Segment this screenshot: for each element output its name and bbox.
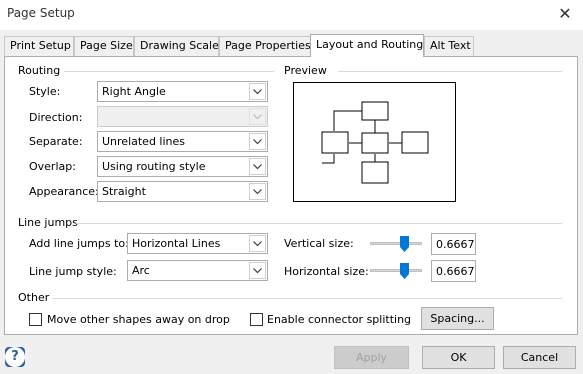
separate-value: Unrelated lines bbox=[102, 135, 186, 148]
style-label: Style: bbox=[29, 85, 61, 98]
other-divider bbox=[52, 298, 562, 299]
appearance-label: Appearance: bbox=[29, 185, 99, 198]
cancel-button[interactable]: Cancel bbox=[503, 346, 576, 369]
tab-strip: Print Setup Page Size Drawing Scale Page… bbox=[0, 34, 583, 57]
chevron-down-icon[interactable] bbox=[249, 108, 266, 125]
preview-diagram bbox=[321, 101, 429, 184]
help-icon: ? bbox=[5, 347, 25, 367]
preview-heading: Preview bbox=[284, 64, 327, 77]
chevron-down-icon[interactable] bbox=[249, 235, 266, 252]
apply-button[interactable]: Apply bbox=[334, 346, 409, 369]
direction-dropdown[interactable] bbox=[97, 106, 268, 127]
line-jumps-heading: Line jumps bbox=[18, 216, 78, 229]
move-away-checkbox[interactable] bbox=[29, 313, 42, 326]
line-jump-style-label: Line jump style: bbox=[29, 265, 117, 278]
line-jump-style-dropdown[interactable]: Arc bbox=[127, 260, 268, 281]
line-jumps-divider bbox=[76, 223, 562, 224]
tab-drawing-scale[interactable]: Drawing Scale bbox=[134, 36, 219, 56]
routing-heading: Routing bbox=[18, 64, 61, 77]
dialog-title: Page Setup bbox=[7, 6, 75, 20]
tab-layout-and-routing[interactable]: Layout and Routing bbox=[310, 34, 424, 57]
overlap-value: Using routing style bbox=[102, 160, 206, 173]
connector-splitting-checkbox[interactable] bbox=[250, 313, 263, 326]
title-bar: Page Setup ✕ bbox=[0, 0, 583, 30]
separate-dropdown[interactable]: Unrelated lines bbox=[97, 131, 268, 152]
overlap-dropdown[interactable]: Using routing style bbox=[97, 156, 268, 177]
tab-page-properties[interactable]: Page Properties bbox=[219, 36, 311, 56]
vertical-size-field[interactable]: 0.6667 bbox=[431, 233, 476, 255]
slider-track bbox=[370, 269, 422, 272]
routing-divider bbox=[64, 71, 274, 72]
add-line-jumps-value: Horizontal Lines bbox=[132, 237, 221, 250]
routing-preview bbox=[293, 82, 456, 202]
separate-label: Separate: bbox=[29, 135, 83, 148]
help-button[interactable]: ? bbox=[5, 347, 25, 367]
appearance-value: Straight bbox=[102, 185, 146, 198]
line-jump-style-value: Arc bbox=[132, 264, 150, 277]
vertical-size-label: Vertical size: bbox=[284, 237, 354, 250]
horizontal-size-field[interactable]: 0.6667 bbox=[431, 260, 476, 282]
connector-splitting-label[interactable]: Enable connector splitting bbox=[267, 313, 411, 326]
slider-thumb[interactable] bbox=[400, 236, 410, 252]
tab-alt-text[interactable]: Alt Text bbox=[424, 36, 474, 56]
move-away-label[interactable]: Move other shapes away on drop bbox=[47, 313, 230, 326]
slider-track bbox=[370, 242, 422, 245]
direction-label: Direction: bbox=[29, 111, 83, 124]
horizontal-size-label: Horizontal size: bbox=[284, 265, 369, 278]
ok-button[interactable]: OK bbox=[422, 346, 495, 369]
chevron-down-icon[interactable] bbox=[249, 83, 266, 100]
chevron-down-icon[interactable] bbox=[249, 262, 266, 279]
add-line-jumps-label: Add line jumps to: bbox=[29, 237, 129, 250]
horizontal-size-slider[interactable] bbox=[370, 263, 422, 279]
slider-thumb[interactable] bbox=[400, 263, 410, 279]
horizontal-size-value: 0.6667 bbox=[436, 265, 475, 278]
chevron-down-icon[interactable] bbox=[249, 183, 266, 200]
close-icon[interactable]: ✕ bbox=[555, 4, 575, 23]
tab-page-size[interactable]: Page Size bbox=[74, 36, 134, 56]
appearance-dropdown[interactable]: Straight bbox=[97, 181, 268, 202]
spacing-button[interactable]: Spacing... bbox=[421, 307, 494, 330]
preview-divider bbox=[338, 71, 562, 72]
style-value: Right Angle bbox=[102, 85, 166, 98]
tab-print-setup[interactable]: Print Setup bbox=[4, 36, 74, 56]
add-line-jumps-dropdown[interactable]: Horizontal Lines bbox=[127, 233, 268, 254]
vertical-size-slider[interactable] bbox=[370, 236, 422, 252]
other-heading: Other bbox=[18, 291, 50, 304]
chevron-down-icon[interactable] bbox=[249, 133, 266, 150]
vertical-size-value: 0.6667 bbox=[436, 238, 475, 251]
style-dropdown[interactable]: Right Angle bbox=[97, 81, 268, 102]
chevron-down-icon[interactable] bbox=[249, 158, 266, 175]
overlap-label: Overlap: bbox=[29, 160, 76, 173]
